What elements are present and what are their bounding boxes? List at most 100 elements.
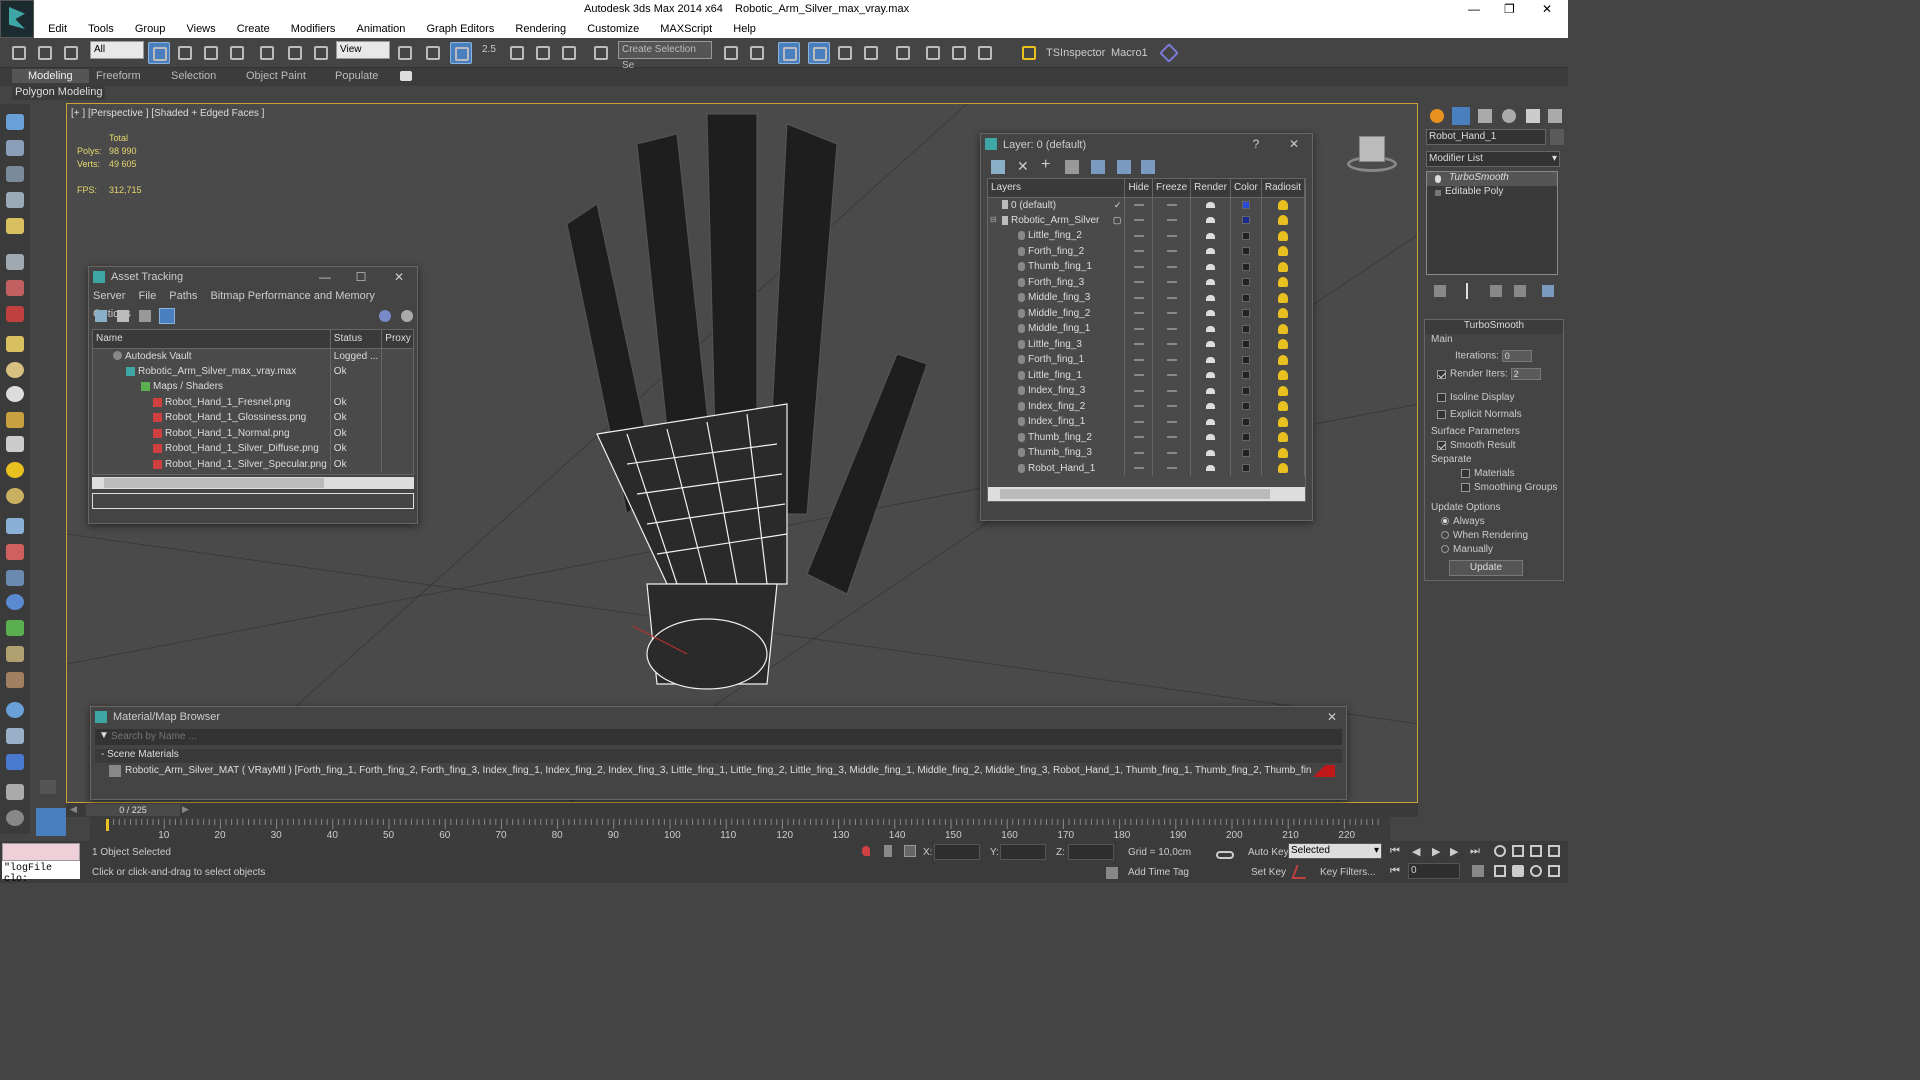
- help-icon[interactable]: [379, 310, 391, 322]
- isolate-icon[interactable]: [862, 846, 870, 856]
- radiosity-icon[interactable]: [1277, 447, 1288, 458]
- radiosity-icon[interactable]: [1277, 308, 1288, 319]
- cloth-icon[interactable]: [6, 672, 24, 688]
- settings-icon[interactable]: [401, 310, 413, 322]
- align-icon[interactable]: [746, 42, 768, 64]
- render-teapot-icon[interactable]: [1206, 263, 1216, 270]
- render-teapot-icon[interactable]: [1206, 403, 1216, 410]
- always-radio[interactable]: [1441, 517, 1449, 526]
- menu-views[interactable]: Views: [177, 20, 224, 38]
- table-row[interactable]: Robotic_Arm_Silver_max_vray.max Ok: [93, 363, 413, 379]
- slider-next-icon[interactable]: ▶: [182, 804, 189, 815]
- hide-toggle[interactable]: [1133, 219, 1144, 222]
- layer-row[interactable]: Middle_fing_3: [988, 290, 1305, 306]
- maximize-button[interactable]: ☐: [351, 267, 371, 287]
- render-teapot-icon[interactable]: [1206, 434, 1216, 441]
- edit-named-selection-icon[interactable]: [590, 42, 612, 64]
- render-teapot-icon[interactable]: [1206, 418, 1216, 425]
- layer-manager-icon[interactable]: [778, 42, 800, 64]
- table-row[interactable]: Robot_Hand_1_Normal.png Ok: [93, 425, 413, 441]
- horizontal-scrollbar[interactable]: [92, 477, 414, 489]
- layer-color-swatch[interactable]: [1241, 200, 1250, 209]
- render-icon[interactable]: [6, 140, 24, 156]
- create-layer-icon[interactable]: [991, 160, 1005, 174]
- expand-icon[interactable]: [1435, 190, 1441, 196]
- freeze-toggle[interactable]: [1166, 265, 1177, 268]
- table-row[interactable]: Maps / Shaders: [93, 379, 413, 395]
- radiosity-icon[interactable]: [1277, 401, 1288, 412]
- time-configuration-icon[interactable]: [1472, 865, 1484, 877]
- layer-name[interactable]: Little_fing_3: [1028, 339, 1082, 350]
- material-icon[interactable]: [6, 488, 24, 504]
- radiosity-icon[interactable]: [1277, 432, 1288, 443]
- col-layers[interactable]: Layers: [988, 179, 1126, 198]
- layer-row[interactable]: Index_fing_1: [988, 414, 1305, 430]
- time-slider-thumb[interactable]: 0 / 225: [86, 804, 180, 816]
- light-icon[interactable]: [6, 218, 24, 234]
- layer-row[interactable]: ⊟ Robotic_Arm_Silver ▢: [988, 212, 1305, 228]
- layer-color-swatch[interactable]: [1241, 464, 1250, 473]
- layer-color-swatch[interactable]: [1241, 231, 1250, 240]
- key-mode-toggle-icon[interactable]: ⏮: [1390, 865, 1400, 878]
- tab-freeform[interactable]: Freeform: [96, 70, 141, 82]
- current-layer-indicator[interactable]: ▢: [1113, 215, 1122, 226]
- render-teapot-icon[interactable]: [1206, 387, 1216, 394]
- layer-name[interactable]: Thumb_fing_1: [1028, 261, 1092, 272]
- menu-help[interactable]: Help: [724, 20, 765, 38]
- hair-icon[interactable]: [6, 646, 24, 662]
- selection-filter-dropdown[interactable]: All: [90, 41, 144, 59]
- render-setup-icon[interactable]: [922, 42, 944, 64]
- x-coordinate-field[interactable]: [934, 844, 980, 860]
- layer-color-swatch[interactable]: [1241, 278, 1250, 287]
- teapot-icon[interactable]: [6, 114, 24, 130]
- sphere-icon[interactable]: [6, 362, 24, 378]
- particles-icon[interactable]: [6, 518, 24, 534]
- freeze-toggle[interactable]: [1166, 451, 1177, 454]
- col-freeze[interactable]: Freeze: [1152, 179, 1192, 198]
- hide-toggle[interactable]: [1133, 374, 1144, 377]
- stack-item-editable-poly[interactable]: Editable Poly: [1427, 186, 1557, 200]
- path-field[interactable]: [92, 493, 414, 509]
- go-to-end-icon[interactable]: ⏭: [1470, 845, 1480, 858]
- mini-curve-editor-icon[interactable]: [36, 808, 66, 836]
- set-key-button[interactable]: Set Key: [1251, 867, 1286, 878]
- minimize-button[interactable]: —: [1468, 2, 1480, 16]
- rectangular-selection-icon[interactable]: [200, 42, 222, 64]
- radiosity-icon[interactable]: [1277, 292, 1288, 303]
- hide-toggle[interactable]: [1133, 343, 1144, 346]
- graphite-ribbon-icon[interactable]: [808, 42, 830, 64]
- col-proxy[interactable]: Proxy: [381, 330, 413, 349]
- minimize-button[interactable]: —: [315, 267, 335, 287]
- spinner-snap-icon[interactable]: [558, 42, 580, 64]
- object-name-field[interactable]: Robot_Hand_1: [1426, 129, 1546, 145]
- layer-name[interactable]: Middle_fing_3: [1028, 292, 1090, 303]
- modify-tab-icon[interactable]: [1452, 107, 1470, 125]
- menu-bitmap-performance[interactable]: Bitmap Performance and Memory: [210, 290, 374, 302]
- layer-name[interactable]: Index_fing_1: [1028, 416, 1085, 427]
- layer-row[interactable]: Index_fing_3: [988, 383, 1305, 399]
- freeze-toggle[interactable]: [1166, 219, 1177, 222]
- render-teapot-icon[interactable]: [1206, 248, 1216, 255]
- layer-name[interactable]: Robotic_Arm_Silver: [1011, 215, 1099, 226]
- go-to-start-icon[interactable]: ⏮: [1390, 845, 1400, 858]
- hide-toggle[interactable]: [1133, 436, 1144, 439]
- lock-icon[interactable]: [6, 784, 24, 800]
- freeze-toggle[interactable]: [1166, 203, 1177, 206]
- list-view-icon[interactable]: [117, 310, 129, 322]
- scene-materials-group[interactable]: - Scene Materials: [95, 749, 1342, 763]
- menu-tools[interactable]: Tools: [79, 20, 123, 38]
- explicit-normals-checkbox[interactable]: [1437, 409, 1446, 419]
- hide-toggle[interactable]: [1133, 234, 1144, 237]
- show-end-result-icon[interactable]: [1466, 283, 1468, 299]
- select-manipulate-icon[interactable]: [422, 42, 444, 64]
- angle-snap-icon[interactable]: [506, 42, 528, 64]
- hide-all-icon[interactable]: [1117, 160, 1131, 174]
- pivot-center-icon[interactable]: [394, 42, 416, 64]
- layer-name[interactable]: Middle_fing_2: [1028, 308, 1090, 319]
- ribbon-toggle-icon[interactable]: [400, 71, 412, 81]
- grid-icon[interactable]: [6, 192, 24, 208]
- asset-tracking-titlebar[interactable]: Asset Tracking — ☐ ✕: [89, 267, 417, 287]
- menu-edit[interactable]: Edit: [39, 20, 76, 38]
- layer-row[interactable]: Thumb_fing_1: [988, 259, 1305, 275]
- maximize-viewport-icon[interactable]: [1548, 865, 1560, 877]
